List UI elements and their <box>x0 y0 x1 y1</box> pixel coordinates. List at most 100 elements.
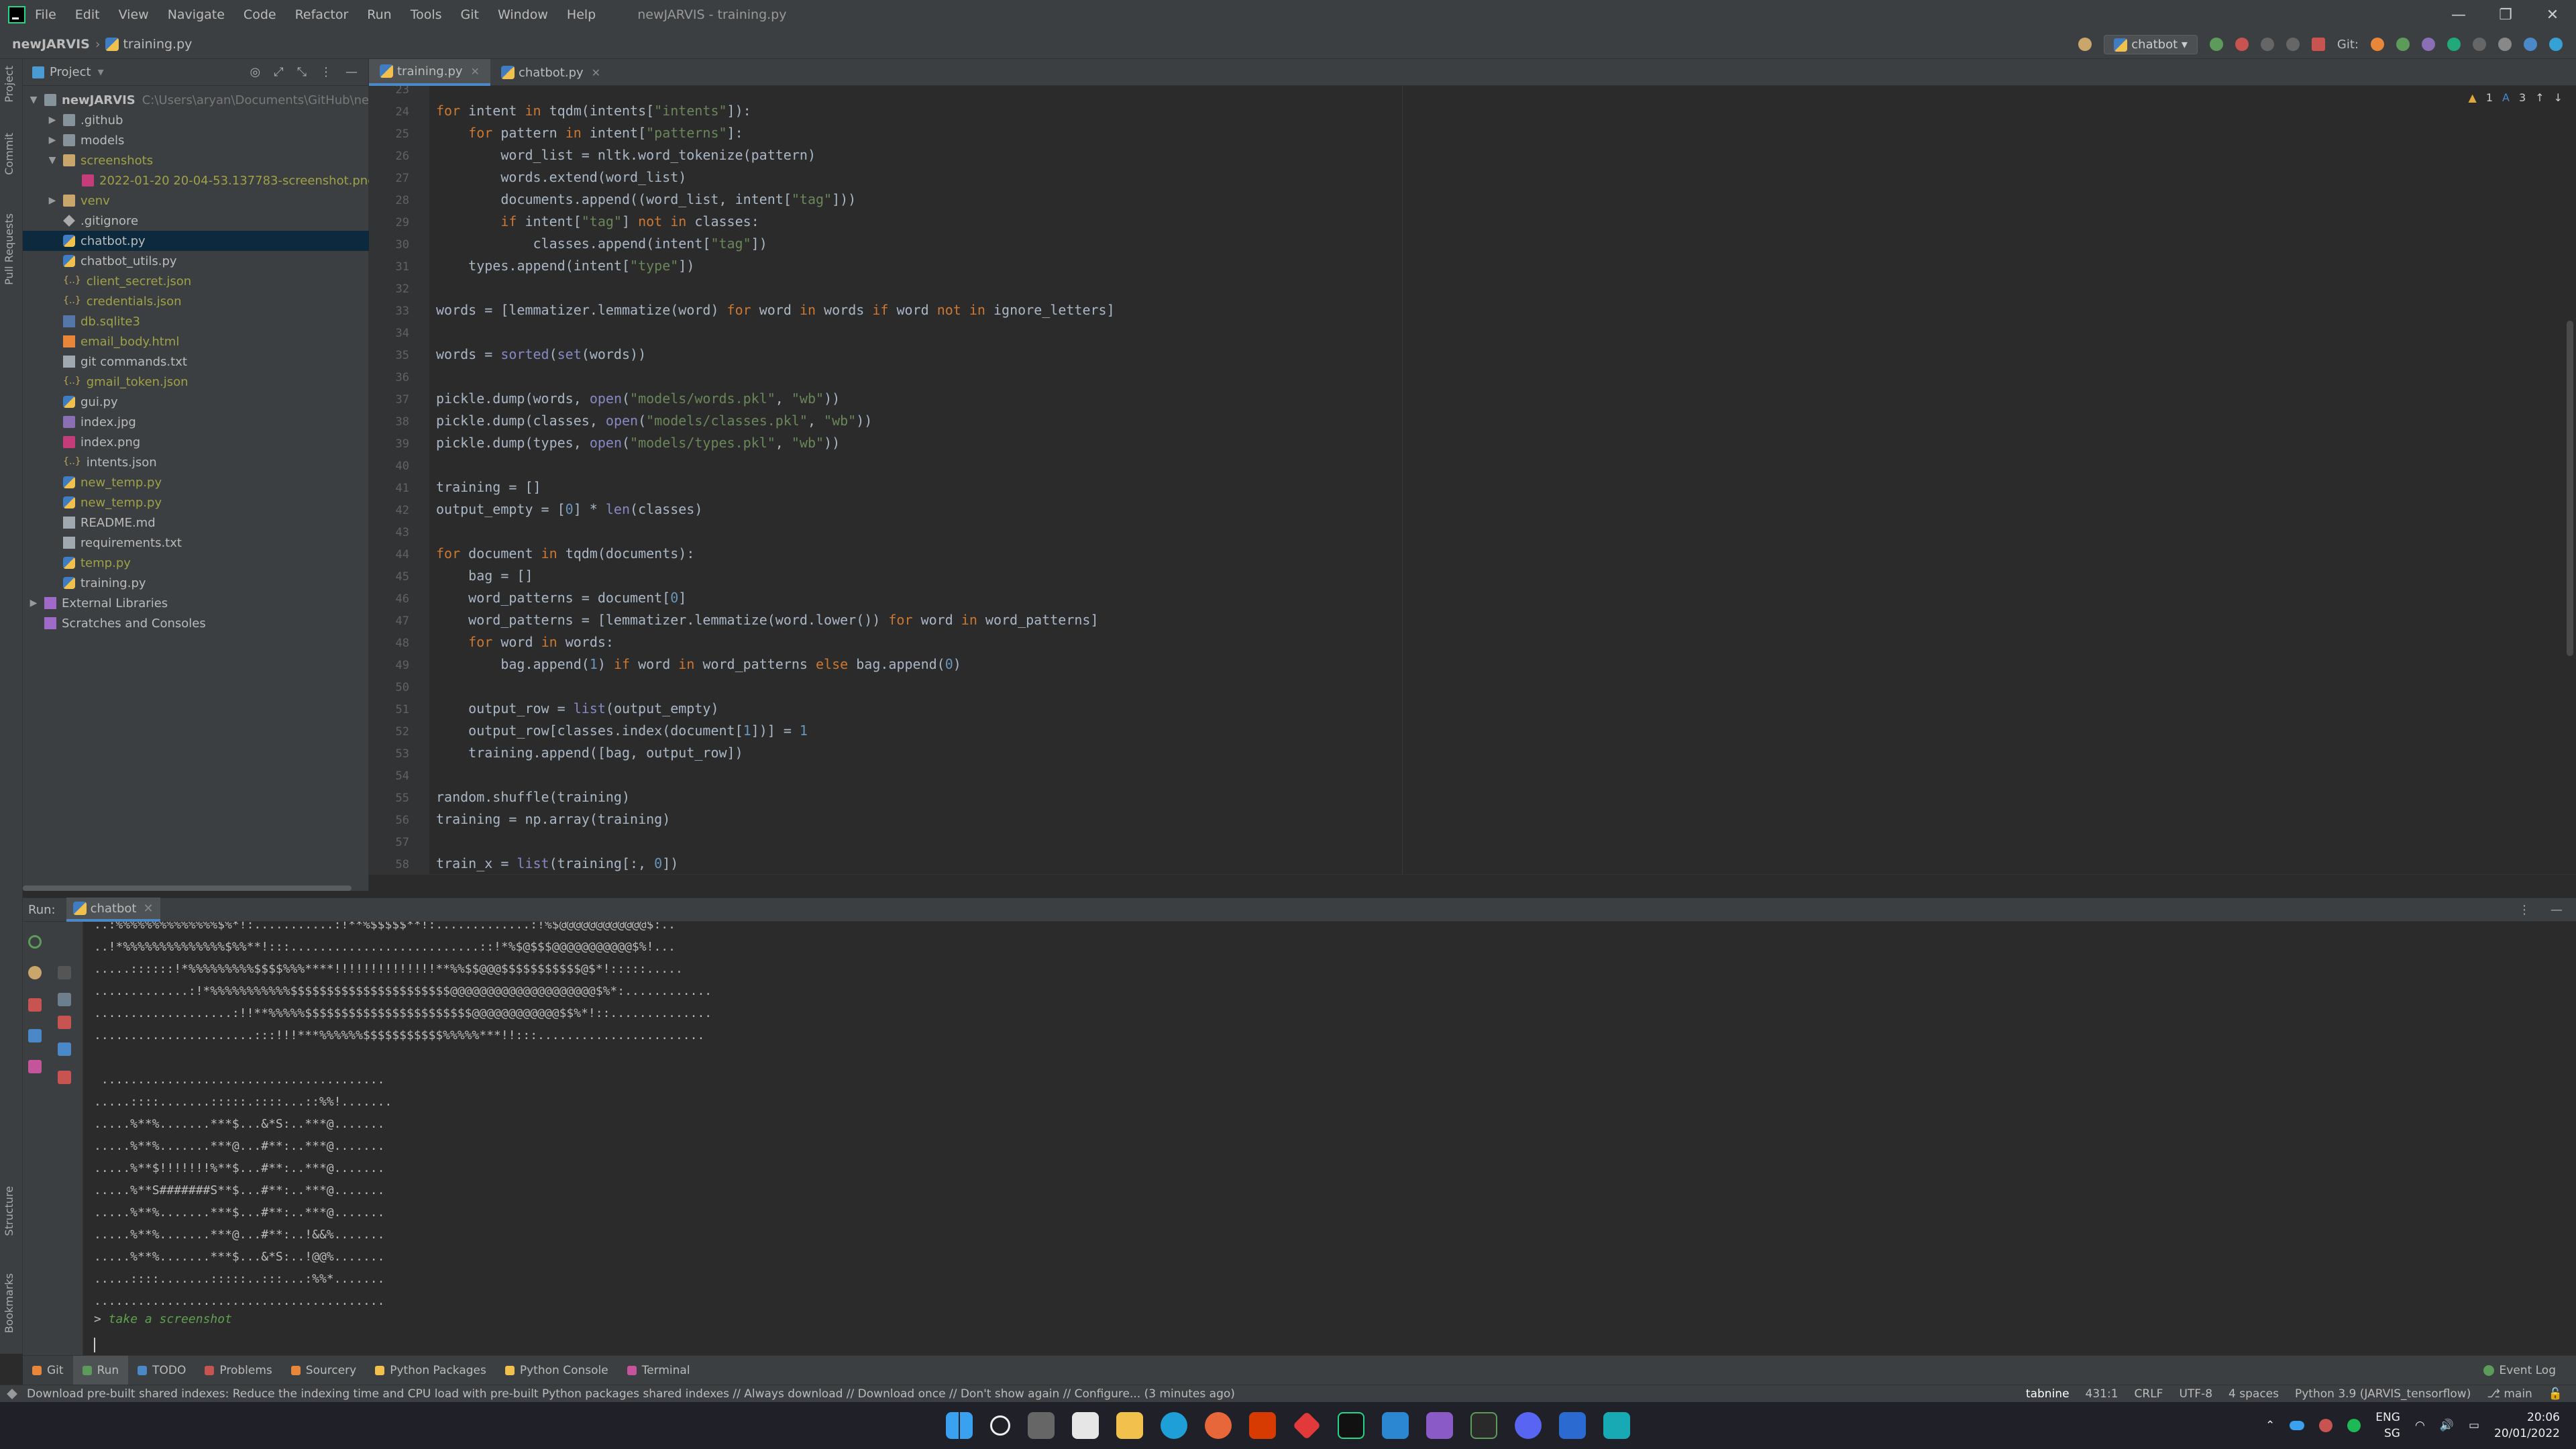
tree-item[interactable]: {..} gmail_token.json <box>23 372 369 392</box>
project-tool-tab[interactable]: Project <box>3 66 15 103</box>
menu-navigate[interactable]: Navigate <box>168 7 225 22</box>
git-commit-icon[interactable] <box>2396 38 2410 51</box>
git-update-icon[interactable] <box>2371 38 2384 51</box>
store-icon[interactable] <box>1072 1412 1099 1439</box>
tree-item[interactable]: training.py <box>23 573 369 593</box>
close-icon[interactable]: ✕ <box>2529 0 2576 30</box>
tree-item[interactable]: 2022-01-20 20-04-53.137783-screenshot.pn… <box>23 170 369 191</box>
tool-tab-todo[interactable]: TODO <box>128 1356 195 1385</box>
tree-item[interactable]: git commands.txt <box>23 352 369 372</box>
stop-icon[interactable] <box>2311 38 2325 51</box>
profile-icon[interactable] <box>2286 38 2300 51</box>
chevron-right-icon[interactable]: ▶ <box>47 195 58 206</box>
tree-item[interactable]: index.png <box>23 432 369 452</box>
close-tab-icon[interactable]: ✕ <box>471 65 480 78</box>
git-branch[interactable]: ⎇ main <box>2487 1387 2532 1401</box>
tool-tab-problems[interactable]: Problems <box>195 1356 281 1385</box>
tool-tab-terminal[interactable]: Terminal <box>618 1356 700 1385</box>
tree-item[interactable]: requirements.txt <box>23 533 369 553</box>
search-icon[interactable] <box>990 1415 1010 1436</box>
locate-icon[interactable]: ◎ <box>250 65 260 79</box>
close-tab-icon[interactable]: ✕ <box>592 66 600 79</box>
project-view-select[interactable]: Project <box>50 65 91 79</box>
tree-item[interactable]: {..} credentials.json <box>23 291 369 311</box>
menu-refactor[interactable]: Refactor <box>295 7 349 22</box>
down-icon[interactable] <box>58 966 71 979</box>
tree-item[interactable]: chatbot.py <box>23 231 369 251</box>
tree-item[interactable]: db.sqlite3 <box>23 311 369 331</box>
tree-item[interactable]: ▶ .github <box>23 110 369 130</box>
event-log-button[interactable]: Event Log <box>2483 1356 2556 1385</box>
layout-icon[interactable] <box>28 1029 42 1042</box>
editor-vertical-scrollbar[interactable] <box>2567 321 2573 656</box>
tool-tab-python-console[interactable]: Python Console <box>496 1356 618 1385</box>
soft-wrap-icon[interactable] <box>58 993 71 1006</box>
run-config-select[interactable]: chatbot ▾ <box>2104 34 2198 54</box>
tree-item[interactable]: Scratches and Consoles <box>23 613 369 633</box>
chevron-down-icon[interactable]: ▼ <box>28 95 39 105</box>
git-client-icon[interactable] <box>1292 1411 1322 1440</box>
tree-item[interactable]: new_temp.py <box>23 472 369 492</box>
app-icon[interactable] <box>1603 1412 1630 1439</box>
language-indicator[interactable]: ENG SG <box>2375 1409 2400 1442</box>
caret-position[interactable]: 431:1 <box>2086 1387 2118 1401</box>
hide-panel-icon[interactable]: — <box>2551 903 2563 917</box>
menu-run[interactable]: Run <box>367 7 391 22</box>
arrow-up-icon[interactable]: ↑ <box>2535 91 2544 104</box>
terminal-icon[interactable] <box>1470 1412 1497 1439</box>
status-message[interactable]: Download pre-built shared indexes: Reduc… <box>27 1387 1235 1401</box>
ide-logo-icon[interactable] <box>2549 38 2563 51</box>
file-explorer-icon[interactable] <box>1116 1412 1143 1439</box>
pull-requests-tool-tab[interactable]: Pull Requests <box>3 213 15 285</box>
tool-tab-run[interactable]: Run <box>72 1355 129 1385</box>
tree-item[interactable]: new_temp.py <box>23 492 369 513</box>
menu-git[interactable]: Git <box>461 7 479 22</box>
office-icon[interactable] <box>1249 1412 1276 1439</box>
restore-icon[interactable]: ❐ <box>2482 0 2529 30</box>
tree-item[interactable]: .gitignore <box>23 211 369 231</box>
menu-tools[interactable]: Tools <box>411 7 442 22</box>
chevron-right-icon[interactable]: ▶ <box>47 115 58 125</box>
git-push-icon[interactable] <box>2422 38 2435 51</box>
discord-icon[interactable] <box>1515 1412 1542 1439</box>
project-horizontal-scrollbar[interactable] <box>23 885 352 891</box>
battery-icon[interactable]: ▭ <box>2469 1419 2479 1432</box>
chevron-right-icon[interactable]: ▶ <box>28 598 39 608</box>
scroll-to-end-icon[interactable] <box>58 1016 71 1029</box>
firefox-icon[interactable] <box>1205 1412 1232 1439</box>
tree-item[interactable]: ▶ models <box>23 130 369 150</box>
menu-window[interactable]: Window <box>498 7 548 22</box>
tree-item[interactable]: index.jpg <box>23 412 369 432</box>
coverage-icon[interactable] <box>2260 38 2274 51</box>
chevron-down-icon[interactable]: ▼ <box>47 155 58 166</box>
stop-icon[interactable] <box>28 998 42 1012</box>
tree-item[interactable]: README.md <box>23 513 369 533</box>
menu-file[interactable]: File <box>35 7 56 22</box>
cloud-icon[interactable] <box>2319 1419 2333 1432</box>
wifi-icon[interactable]: ◠ <box>2415 1419 2425 1432</box>
chevron-down-icon[interactable]: ▾ <box>98 65 104 79</box>
run-console[interactable]: ..:%%%%%%%%%%%%%%$%*!:...........:!**%$$… <box>83 922 2576 1355</box>
tree-item[interactable]: {..} client_secret.json <box>23 271 369 291</box>
collapse-all-icon[interactable]: ⤡ <box>297 65 307 79</box>
tree-item[interactable]: email_body.html <box>23 331 369 352</box>
search-icon[interactable] <box>2498 38 2512 51</box>
tree-item[interactable]: temp.py <box>23 553 369 573</box>
edge-icon[interactable] <box>1161 1412 1187 1439</box>
menu-view[interactable]: View <box>119 7 149 22</box>
rollback-icon[interactable] <box>2473 38 2486 51</box>
onedrive-icon[interactable] <box>2290 1421 2305 1430</box>
tree-item[interactable]: ▼ screenshots <box>23 150 369 170</box>
expand-all-icon[interactable]: ⤢ <box>274 65 283 79</box>
commit-tool-tab[interactable]: Commit <box>3 133 15 175</box>
volume-icon[interactable]: 🔊 <box>2440 1419 2454 1432</box>
python-interpreter[interactable]: Python 3.9 (JARVIS_tensorflow) <box>2295 1387 2471 1401</box>
tool-tab-git[interactable]: Git <box>23 1356 73 1385</box>
tree-item[interactable]: ▼ newJARVIS C:\Users\aryan\Documents\GitHu… <box>23 90 369 110</box>
inspection-widget[interactable]: ▲ 1 A3 ↑ ↓ <box>2469 91 2563 104</box>
visual-studio-icon[interactable] <box>1426 1412 1453 1439</box>
options-icon[interactable]: ⋮ <box>2518 903 2530 917</box>
update-icon[interactable] <box>2524 38 2537 51</box>
menu-edit[interactable]: Edit <box>75 7 100 22</box>
tool-tab-sourcery[interactable]: Sourcery <box>282 1356 366 1385</box>
